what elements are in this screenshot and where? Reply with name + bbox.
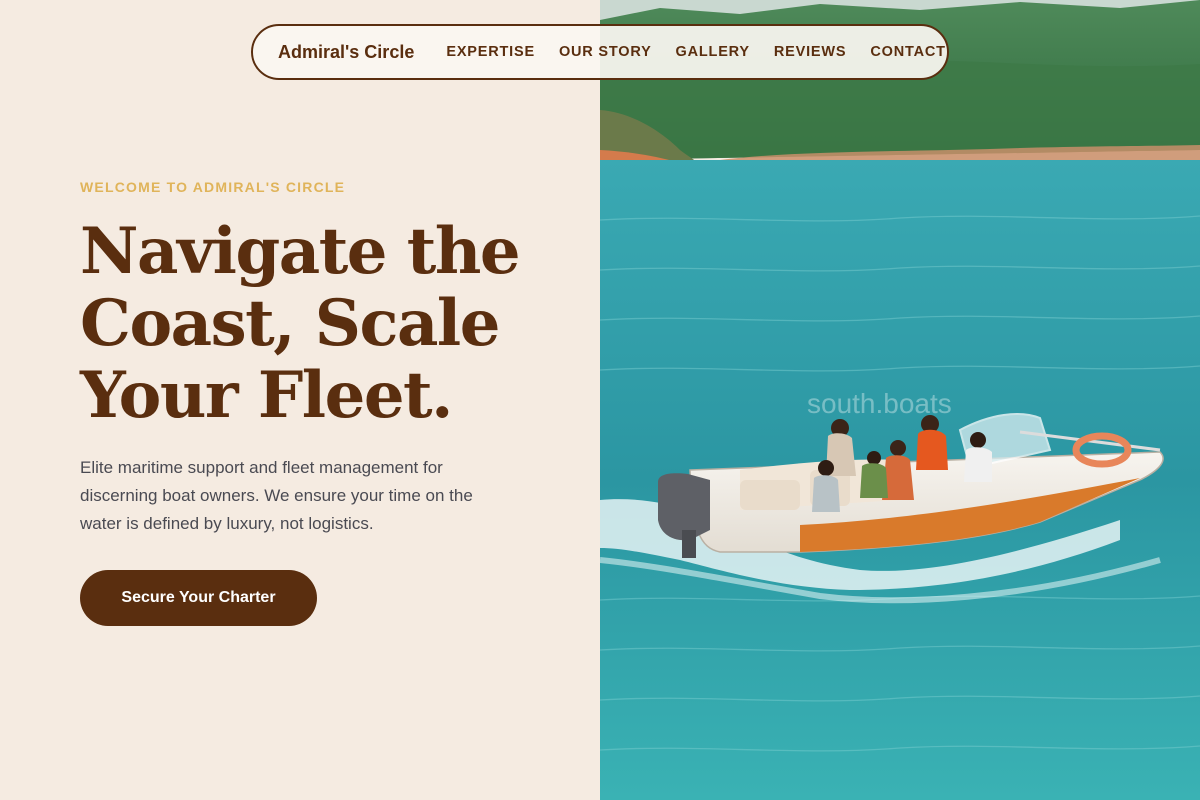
nav-links: EXPERTISE OUR STORY GALLERY REVIEWS CONT… — [446, 44, 945, 60]
hero-headline: Navigate the Coast, Scale Your Fleet. — [80, 216, 560, 432]
photo-watermark: south.boats — [807, 388, 952, 419]
top-navigation: Admiral's Circle EXPERTISE OUR STORY GAL… — [251, 24, 949, 80]
hero-headline-line: Coast, Scale — [80, 286, 500, 361]
nav-link-reviews[interactable]: REVIEWS — [774, 44, 846, 60]
hero-headline-line: Your Fleet. — [80, 358, 453, 433]
hero-photo: south.boats — [600, 0, 1200, 800]
nav-link-our-story[interactable]: OUR STORY — [559, 44, 652, 60]
brand-logo[interactable]: Admiral's Circle — [278, 42, 414, 63]
nav-link-contact[interactable]: CONTACT — [870, 44, 945, 60]
speedboat-photo: south.boats — [600, 0, 1200, 800]
secure-charter-button[interactable]: Secure Your Charter — [80, 570, 317, 626]
nav-link-expertise[interactable]: EXPERTISE — [446, 44, 535, 60]
nav-link-gallery[interactable]: GALLERY — [676, 44, 750, 60]
hero-eyebrow: WELCOME TO ADMIRAL'S CIRCLE — [80, 179, 346, 195]
hero-text-panel: WELCOME TO ADMIRAL'S CIRCLE Navigate the… — [0, 0, 600, 800]
hero-headline-line: Navigate the — [80, 214, 521, 289]
hero-description: Elite maritime support and fleet managem… — [80, 458, 473, 533]
